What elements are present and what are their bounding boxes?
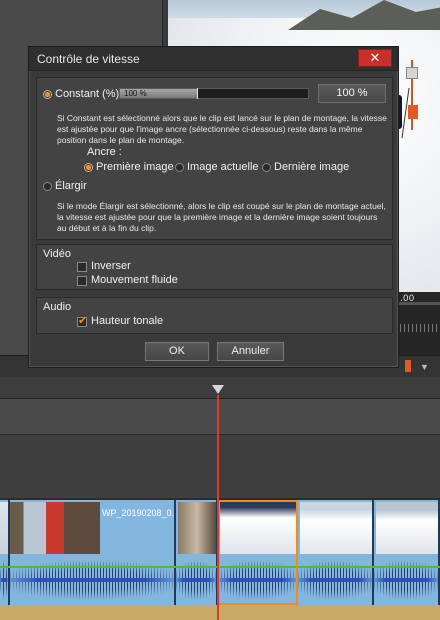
dialog-title: Contrôle de vitesse [37, 52, 140, 66]
preview-mountains [288, 0, 440, 30]
playhead-line[interactable] [217, 395, 219, 620]
scrub-bar[interactable] [398, 302, 440, 305]
speed-slider-thumb[interactable] [197, 88, 198, 99]
pitch-checkbox[interactable] [77, 314, 87, 327]
pitch-label[interactable]: Hauteur tonale [91, 315, 163, 327]
clip-thumbnail [0, 502, 8, 554]
speed-slider[interactable]: 100 % [119, 88, 309, 99]
anchor-last-label[interactable]: Dernière image [274, 161, 349, 173]
timeline-ruler[interactable] [0, 377, 440, 399]
audio-waveform [298, 558, 372, 602]
timeline-clip[interactable] [374, 500, 440, 605]
speed-section: Constant (%) 100 % 100 % Si Constant est… [36, 77, 393, 240]
preview-volume-level [408, 105, 418, 119]
anchor-last-radio[interactable] [262, 163, 271, 172]
stretch-radio[interactable] [43, 182, 52, 191]
selected-clip-outline [218, 500, 298, 605]
anchor-current-label[interactable]: Image actuelle [187, 161, 259, 173]
chevron-down-icon[interactable]: ▼ [420, 362, 429, 372]
audio-waveform [176, 558, 216, 602]
preview-volume-knob[interactable] [406, 67, 418, 79]
stretch-help-text: Si le mode Élargir est sélectionné, alor… [57, 201, 386, 233]
app-window: .00 ▼ WP_20190208_0... Contrôle de vites… [0, 0, 440, 620]
timeline-clip[interactable]: WP_20190208_0... [10, 500, 176, 605]
audio-section: Audio Hauteur tonale [36, 297, 393, 334]
anchor-label: Ancre : [87, 146, 122, 158]
timeline-track-empty[interactable] [0, 435, 440, 498]
smooth-motion-checkbox[interactable] [77, 276, 87, 286]
speed-slider-value: 100 % [124, 89, 147, 98]
timeline-track-empty[interactable] [0, 399, 440, 435]
audio-waveform [374, 558, 438, 602]
reverse-label[interactable]: Inverser [91, 260, 131, 272]
dialog-titlebar[interactable]: Contrôle de vitesse ✕ [29, 47, 398, 71]
audio-waveform [0, 558, 8, 602]
anchor-first-label[interactable]: Première image [96, 161, 174, 173]
constant-radio[interactable] [43, 90, 52, 99]
timeline-clip[interactable] [298, 500, 374, 605]
clip-label: WP_20190208_0... [102, 508, 176, 518]
anchor-current-radio[interactable] [175, 163, 184, 172]
anchor-first-radio[interactable] [84, 163, 93, 172]
speed-control-dialog: Contrôle de vitesse ✕ Constant (%) 100 %… [28, 46, 399, 368]
constant-label[interactable]: Constant (%) [55, 88, 119, 100]
playhead-handle-icon[interactable] [212, 385, 224, 394]
clip-thumbnail [10, 502, 100, 554]
clip-thumbnail [376, 502, 438, 554]
speed-value-field[interactable]: 100 % [318, 84, 386, 103]
timeline-clip[interactable] [0, 500, 10, 605]
close-button[interactable]: ✕ [358, 49, 392, 67]
clip-thumbnail [178, 502, 216, 554]
video-section: Vidéo Inverser Mouvement fluide [36, 244, 393, 290]
audio-section-label: Audio [43, 301, 72, 313]
ok-button[interactable]: OK [145, 342, 209, 361]
marker-icon[interactable] [405, 360, 411, 372]
cancel-button[interactable]: Annuler [217, 342, 284, 361]
smooth-motion-label[interactable]: Mouvement fluide [91, 274, 178, 286]
scrub-ticks [400, 324, 440, 332]
timeline-clip[interactable] [176, 500, 218, 605]
timeline-bottom-track [0, 605, 440, 620]
clip-thumbnail [300, 502, 372, 554]
video-section-label: Vidéo [43, 248, 71, 260]
audio-waveform [10, 558, 174, 602]
reverse-checkbox[interactable] [77, 262, 87, 272]
stretch-label[interactable]: Élargir [55, 180, 87, 192]
constant-help-text: Si Constant est sélectionné alors que le… [57, 113, 387, 145]
